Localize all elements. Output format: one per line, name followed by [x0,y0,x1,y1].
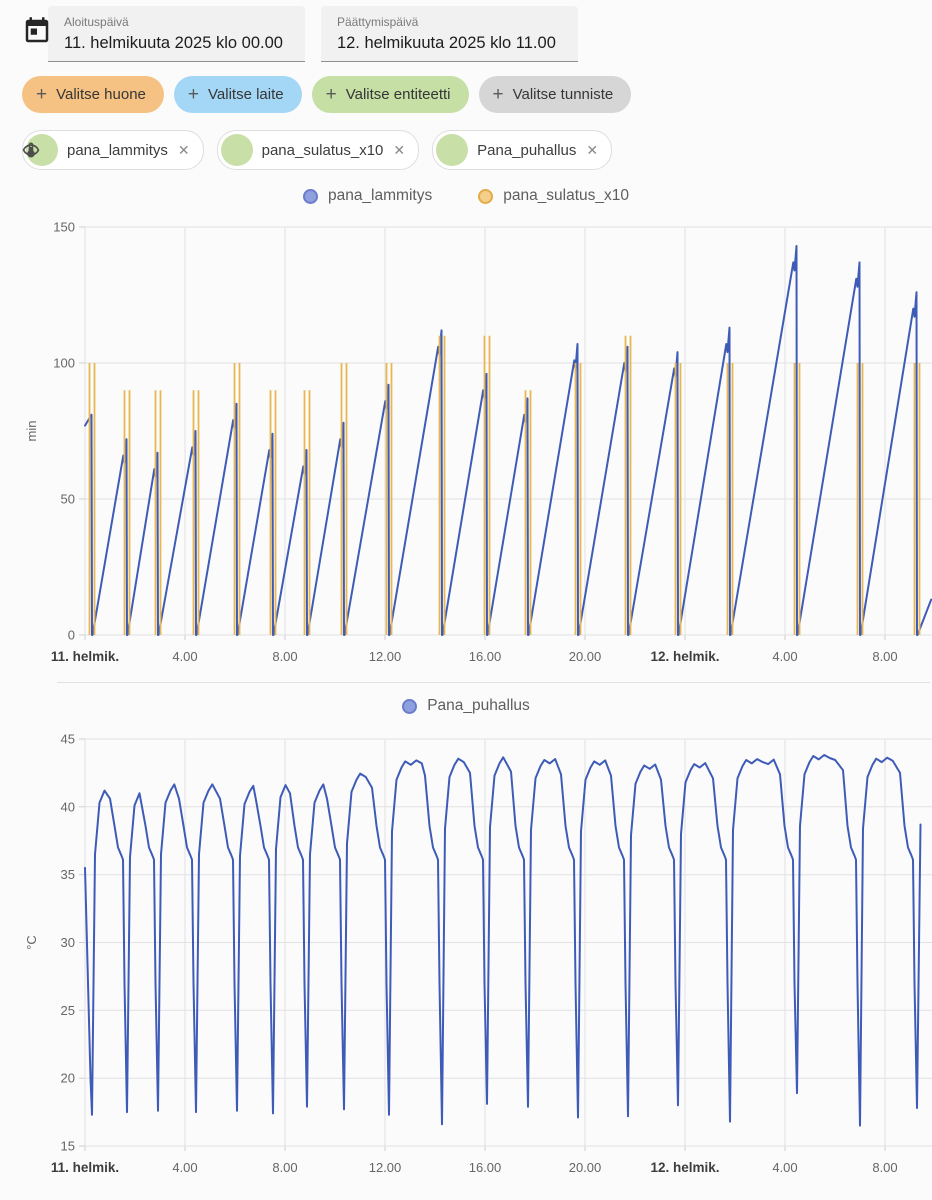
entity-chip-label: pana_sulatus_x10 [262,142,384,159]
chart2-legend: Pana_puhallus [0,697,932,715]
svg-text:20.00: 20.00 [569,1160,602,1175]
svg-text:12.00: 12.00 [369,649,402,664]
svg-text:8.00: 8.00 [872,1160,897,1175]
legend-item-pana-puhallus[interactable]: Pana_puhallus [402,697,530,715]
svg-text:20: 20 [61,1071,75,1086]
svg-text:4.00: 4.00 [172,649,197,664]
svg-text:4.00: 4.00 [772,1160,797,1175]
select-device-button[interactable]: + Valitse laite [174,76,302,113]
eye-icon [221,134,253,166]
legend-item-pana-sulatus[interactable]: pana_sulatus_x10 [478,187,629,205]
chart1-legend: pana_lammitys pana_sulatus_x10 [0,187,932,205]
svg-text:40: 40 [61,799,75,814]
legend-label: Pana_puhallus [427,697,530,715]
svg-text:35: 35 [61,867,75,882]
filter-label: Valitse huone [56,86,146,103]
svg-text:4.00: 4.00 [172,1160,197,1175]
legend-label: pana_lammitys [328,187,432,205]
plus-icon: + [36,84,47,106]
legend-item-pana-lammitys[interactable]: pana_lammitys [303,187,432,205]
plus-icon: + [326,84,337,106]
end-date-field[interactable]: Päättymispäivä 12. helmikuuta 2025 klo 1… [321,6,578,62]
end-date-value: 12. helmikuuta 2025 klo 11.00 [337,33,556,53]
svg-text:15: 15 [61,1139,75,1154]
end-date-label: Päättymispäivä [337,15,556,29]
history-chart-temperature[interactable]: 11. helmik. 4.00 8.00 12.00 16.00 20.00 12. he… [0,724,932,1200]
svg-text:11. helmik.: 11. helmik. [51,649,119,664]
svg-text:45: 45 [61,732,75,747]
history-chart-minutes[interactable]: 11. helmik. 4.00 8.00 12.00 16.00 20.00 12. he… [0,210,932,680]
filter-label: Valitse tunniste [513,86,614,103]
select-area-button[interactable]: + Valitse huone [22,76,164,113]
start-date-field[interactable]: Aloituspäivä 11. helmikuuta 2025 klo 00.… [48,6,305,62]
divider [57,682,930,683]
thermometer-icon [436,134,468,166]
filter-label: Valitse entiteetti [346,86,451,103]
svg-text:50: 50 [61,492,75,507]
date-range-row: Aloituspäivä 11. helmikuuta 2025 klo 00.… [22,6,594,62]
svg-text:30: 30 [61,935,75,950]
plus-icon: + [188,84,199,106]
svg-text:°C: °C [24,935,39,950]
plus-icon: + [493,84,504,106]
svg-text:8.00: 8.00 [272,1160,297,1175]
filter-row: + Valitse huone + Valitse laite + Valits… [22,76,631,113]
legend-dot [303,189,318,204]
legend-dot [402,699,417,714]
entity-chip-pana-sulatus[interactable]: pana_sulatus_x10 ✕ [217,130,420,170]
legend-label: pana_sulatus_x10 [503,187,629,205]
svg-text:12.00: 12.00 [369,1160,402,1175]
svg-text:12. helmik.: 12. helmik. [650,1160,719,1175]
entity-chip-pana-puhallus[interactable]: Pana_puhallus ✕ [432,130,612,170]
svg-text:100: 100 [53,356,75,371]
history-page: Aloituspäivä 11. helmikuuta 2025 klo 00.… [0,0,932,1200]
svg-text:min: min [24,421,39,442]
svg-text:8.00: 8.00 [872,649,897,664]
svg-text:11. helmik.: 11. helmik. [51,1160,119,1175]
svg-text:12. helmik.: 12. helmik. [650,649,719,664]
svg-text:150: 150 [53,220,75,235]
entity-chip-label: Pana_puhallus [477,142,576,159]
svg-text:16.00: 16.00 [469,1160,502,1175]
close-icon[interactable]: ✕ [178,142,190,159]
select-entity-button[interactable]: + Valitse entiteetti [312,76,469,113]
entity-chip-row: pana_lammitys ✕ pana_sulatus_x10 ✕ Pana_… [22,130,612,170]
svg-text:25: 25 [61,1003,75,1018]
start-date-value: 11. helmikuuta 2025 klo 00.00 [64,33,283,53]
svg-text:20.00: 20.00 [569,649,602,664]
start-date-label: Aloituspäivä [64,15,283,29]
select-label-button[interactable]: + Valitse tunniste [479,76,632,113]
close-icon[interactable]: ✕ [586,142,598,159]
close-icon[interactable]: ✕ [393,142,405,159]
svg-text:4.00: 4.00 [772,649,797,664]
entity-chip-pana-lammitys[interactable]: pana_lammitys ✕ [22,130,204,170]
svg-text:0: 0 [68,628,75,643]
entity-chip-label: pana_lammitys [67,142,168,159]
filter-label: Valitse laite [208,86,284,103]
legend-dot [478,189,493,204]
svg-text:8.00: 8.00 [272,649,297,664]
svg-text:16.00: 16.00 [469,649,502,664]
